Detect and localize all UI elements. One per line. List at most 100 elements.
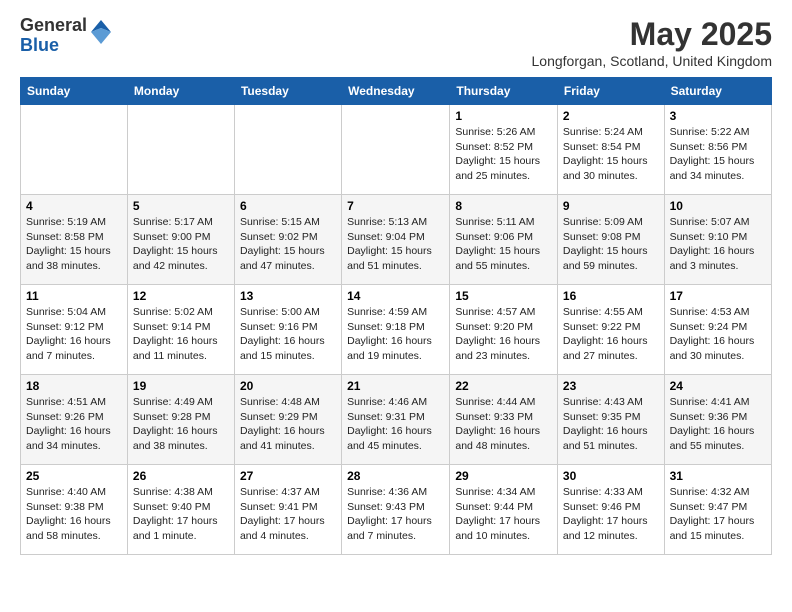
calendar-cell: 19 Sunrise: 4:49 AM Sunset: 9:28 PM Dayli…: [127, 375, 234, 465]
weekday-header-saturday: Saturday: [664, 78, 771, 105]
day-number: 28: [347, 469, 444, 483]
day-number: 4: [26, 199, 122, 213]
calendar-cell: 4 Sunrise: 5:19 AM Sunset: 8:58 PM Daylig…: [21, 195, 128, 285]
day-number: 18: [26, 379, 122, 393]
weekday-header-tuesday: Tuesday: [234, 78, 341, 105]
calendar-cell: 29 Sunrise: 4:34 AM Sunset: 9:44 PM Dayli…: [450, 465, 558, 555]
day-info: Sunrise: 4:57 AM Sunset: 9:20 PM Dayligh…: [455, 305, 552, 364]
day-info: Sunrise: 5:07 AM Sunset: 9:10 PM Dayligh…: [670, 215, 766, 274]
day-info: Sunrise: 4:32 AM Sunset: 9:47 PM Dayligh…: [670, 485, 766, 544]
page-header: General Blue May 2025 Longforgan, Scotla…: [20, 16, 772, 69]
day-info: Sunrise: 4:33 AM Sunset: 9:46 PM Dayligh…: [563, 485, 659, 544]
calendar-cell: 31 Sunrise: 4:32 AM Sunset: 9:47 PM Dayli…: [664, 465, 771, 555]
weekday-header-monday: Monday: [127, 78, 234, 105]
day-info: Sunrise: 5:02 AM Sunset: 9:14 PM Dayligh…: [133, 305, 229, 364]
day-info: Sunrise: 5:22 AM Sunset: 8:56 PM Dayligh…: [670, 125, 766, 184]
calendar-cell: 8 Sunrise: 5:11 AM Sunset: 9:06 PM Daylig…: [450, 195, 558, 285]
day-number: 6: [240, 199, 336, 213]
calendar-cell: 17 Sunrise: 4:53 AM Sunset: 9:24 PM Dayli…: [664, 285, 771, 375]
day-number: 11: [26, 289, 122, 303]
calendar-cell: 1 Sunrise: 5:26 AM Sunset: 8:52 PM Daylig…: [450, 105, 558, 195]
week-row-3: 11 Sunrise: 5:04 AM Sunset: 9:12 PM Dayli…: [21, 285, 772, 375]
day-number: 22: [455, 379, 552, 393]
day-number: 10: [670, 199, 766, 213]
day-info: Sunrise: 5:15 AM Sunset: 9:02 PM Dayligh…: [240, 215, 336, 274]
day-info: Sunrise: 4:34 AM Sunset: 9:44 PM Dayligh…: [455, 485, 552, 544]
day-number: 31: [670, 469, 766, 483]
weekday-header-sunday: Sunday: [21, 78, 128, 105]
day-number: 14: [347, 289, 444, 303]
calendar-cell: 25 Sunrise: 4:40 AM Sunset: 9:38 PM Dayli…: [21, 465, 128, 555]
day-info: Sunrise: 4:49 AM Sunset: 9:28 PM Dayligh…: [133, 395, 229, 454]
calendar-cell: 21 Sunrise: 4:46 AM Sunset: 9:31 PM Dayli…: [342, 375, 450, 465]
day-info: Sunrise: 5:09 AM Sunset: 9:08 PM Dayligh…: [563, 215, 659, 274]
calendar-cell: 28 Sunrise: 4:36 AM Sunset: 9:43 PM Dayli…: [342, 465, 450, 555]
calendar-table: SundayMondayTuesdayWednesdayThursdayFrid…: [20, 77, 772, 555]
weekday-header-friday: Friday: [557, 78, 664, 105]
calendar-cell: 23 Sunrise: 4:43 AM Sunset: 9:35 PM Dayli…: [557, 375, 664, 465]
day-number: 23: [563, 379, 659, 393]
calendar-cell: [21, 105, 128, 195]
calendar-cell: 26 Sunrise: 4:38 AM Sunset: 9:40 PM Dayli…: [127, 465, 234, 555]
day-info: Sunrise: 5:19 AM Sunset: 8:58 PM Dayligh…: [26, 215, 122, 274]
day-info: Sunrise: 4:41 AM Sunset: 9:36 PM Dayligh…: [670, 395, 766, 454]
day-number: 8: [455, 199, 552, 213]
calendar-cell: 3 Sunrise: 5:22 AM Sunset: 8:56 PM Daylig…: [664, 105, 771, 195]
location-text: Longforgan, Scotland, United Kingdom: [532, 53, 773, 69]
week-row-5: 25 Sunrise: 4:40 AM Sunset: 9:38 PM Dayli…: [21, 465, 772, 555]
calendar-cell: 30 Sunrise: 4:33 AM Sunset: 9:46 PM Dayli…: [557, 465, 664, 555]
day-number: 1: [455, 109, 552, 123]
calendar-cell: 2Sunrise: 5:24 AM Sunset: 8:54 PM Daylig…: [557, 105, 664, 195]
day-number: 15: [455, 289, 552, 303]
calendar-cell: 16Sunrise: 4:55 AM Sunset: 9:22 PM Dayli…: [557, 285, 664, 375]
day-info: Sunrise: 4:44 AM Sunset: 9:33 PM Dayligh…: [455, 395, 552, 454]
day-number: 25: [26, 469, 122, 483]
logo-general: General: [20, 16, 87, 36]
calendar-cell: 5Sunrise: 5:17 AM Sunset: 9:00 PM Daylig…: [127, 195, 234, 285]
calendar-cell: 20Sunrise: 4:48 AM Sunset: 9:29 PM Dayli…: [234, 375, 341, 465]
day-number: 21: [347, 379, 444, 393]
calendar-cell: 14Sunrise: 4:59 AM Sunset: 9:18 PM Dayli…: [342, 285, 450, 375]
day-number: 19: [133, 379, 229, 393]
day-info: Sunrise: 4:40 AM Sunset: 9:38 PM Dayligh…: [26, 485, 122, 544]
day-info: Sunrise: 4:48 AM Sunset: 9:29 PM Dayligh…: [240, 395, 336, 454]
day-info: Sunrise: 4:37 AM Sunset: 9:41 PM Dayligh…: [240, 485, 336, 544]
day-number: 27: [240, 469, 336, 483]
calendar-cell: [234, 105, 341, 195]
day-number: 3: [670, 109, 766, 123]
day-number: 5: [133, 199, 229, 213]
day-info: Sunrise: 4:36 AM Sunset: 9:43 PM Dayligh…: [347, 485, 444, 544]
calendar-cell: 11 Sunrise: 5:04 AM Sunset: 9:12 PM Dayli…: [21, 285, 128, 375]
weekday-header-thursday: Thursday: [450, 78, 558, 105]
day-info: Sunrise: 4:43 AM Sunset: 9:35 PM Dayligh…: [563, 395, 659, 454]
calendar-cell: 13Sunrise: 5:00 AM Sunset: 9:16 PM Dayli…: [234, 285, 341, 375]
logo-text: General Blue: [20, 16, 87, 56]
day-info: Sunrise: 5:26 AM Sunset: 8:52 PM Dayligh…: [455, 125, 552, 184]
calendar-cell: 10 Sunrise: 5:07 AM Sunset: 9:10 PM Dayli…: [664, 195, 771, 285]
logo-icon: [89, 18, 113, 50]
day-info: Sunrise: 5:00 AM Sunset: 9:16 PM Dayligh…: [240, 305, 336, 364]
day-number: 29: [455, 469, 552, 483]
day-info: Sunrise: 4:51 AM Sunset: 9:26 PM Dayligh…: [26, 395, 122, 454]
day-info: Sunrise: 4:53 AM Sunset: 9:24 PM Dayligh…: [670, 305, 766, 364]
day-number: 9: [563, 199, 659, 213]
day-info: Sunrise: 5:04 AM Sunset: 9:12 PM Dayligh…: [26, 305, 122, 364]
day-info: Sunrise: 4:38 AM Sunset: 9:40 PM Dayligh…: [133, 485, 229, 544]
logo: General Blue: [20, 16, 113, 56]
weekday-header-wednesday: Wednesday: [342, 78, 450, 105]
day-number: 30: [563, 469, 659, 483]
calendar-cell: 6 Sunrise: 5:15 AM Sunset: 9:02 PM Daylig…: [234, 195, 341, 285]
calendar-cell: 18 Sunrise: 4:51 AM Sunset: 9:26 PM Dayli…: [21, 375, 128, 465]
day-info: Sunrise: 4:46 AM Sunset: 9:31 PM Dayligh…: [347, 395, 444, 454]
weekday-header-row: SundayMondayTuesdayWednesdayThursdayFrid…: [21, 78, 772, 105]
calendar-cell: [127, 105, 234, 195]
day-number: 2: [563, 109, 659, 123]
day-info: Sunrise: 5:11 AM Sunset: 9:06 PM Dayligh…: [455, 215, 552, 274]
day-info: Sunrise: 4:55 AM Sunset: 9:22 PM Dayligh…: [563, 305, 659, 364]
day-number: 17: [670, 289, 766, 303]
week-row-2: 4 Sunrise: 5:19 AM Sunset: 8:58 PM Daylig…: [21, 195, 772, 285]
day-info: Sunrise: 5:13 AM Sunset: 9:04 PM Dayligh…: [347, 215, 444, 274]
calendar-cell: 24Sunrise: 4:41 AM Sunset: 9:36 PM Dayli…: [664, 375, 771, 465]
day-number: 26: [133, 469, 229, 483]
week-row-1: 1 Sunrise: 5:26 AM Sunset: 8:52 PM Daylig…: [21, 105, 772, 195]
